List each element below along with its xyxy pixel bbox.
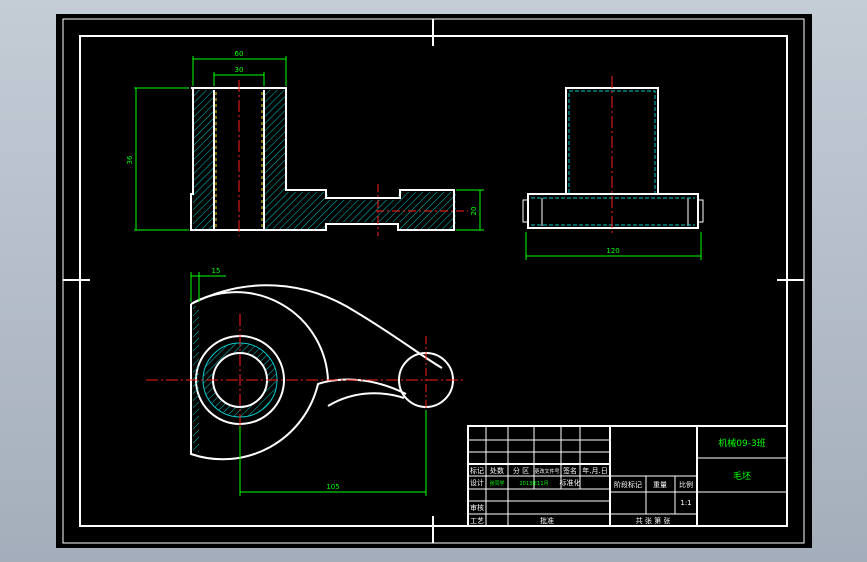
tb-ratio: 比例 <box>679 480 693 489</box>
title-block-text: 标记 处数 分 区 更改文件号 签名 年.月.日 设计 张同学 2013年11月… <box>470 437 766 525</box>
front-view: 60 30 36 20 <box>126 50 484 236</box>
tb-design: 设计 <box>470 478 484 487</box>
tb-std: 标准化 <box>560 478 581 487</box>
front-hatch-right <box>264 90 286 230</box>
tb-doc: 更改文件号 <box>534 468 559 475</box>
tb-stage: 阶段标记 <box>614 480 642 489</box>
tb-date: 年.月.日 <box>582 466 607 475</box>
tb-count: 处数 <box>490 466 504 475</box>
plan-edge-hatch <box>193 306 199 452</box>
dim-side-width: 120 <box>606 247 619 255</box>
dim-top-outer: 60 <box>235 50 244 58</box>
tb-design-date: 2013年11月 <box>519 480 548 487</box>
tb-scale: 1:1 <box>680 499 691 507</box>
tb-process: 工艺 <box>470 517 484 525</box>
tb-sign: 签名 <box>563 466 577 475</box>
tb-part-name: 机械09-3班 <box>718 437 765 449</box>
tb-material: 毛坯 <box>733 470 751 482</box>
tb-approve: 批准 <box>540 516 554 525</box>
tb-mark: 标记 <box>470 466 484 475</box>
tb-check: 审核 <box>470 503 484 512</box>
dim-rod: 20 <box>470 207 478 216</box>
plan-arm-lower <box>327 392 405 407</box>
dim-center-dist: 105 <box>326 483 339 491</box>
dim-top-inner: 30 <box>235 66 244 74</box>
tb-weight: 重量 <box>653 481 667 489</box>
side-view: 120 <box>522 76 704 260</box>
tb-zone: 分 区 <box>513 466 529 475</box>
dim-offset: 15 <box>212 267 221 275</box>
tb-designer: 张同学 <box>489 480 504 487</box>
front-hatch-left <box>193 90 214 230</box>
tb-sheets: 共 张 第 张 <box>636 516 671 525</box>
drawing-canvas: 60 30 36 20 120 15 105 标记 处数 分 区 更改文件号 签… <box>62 18 805 544</box>
dim-height: 36 <box>126 155 134 164</box>
inner-border <box>79 35 788 527</box>
cad-viewport[interactable]: 60 30 36 20 120 15 105 标记 处数 分 区 更改文件号 签… <box>56 14 812 548</box>
plan-view: 15 105 <box>146 267 466 496</box>
side-base <box>527 193 699 229</box>
outer-border <box>62 18 805 544</box>
